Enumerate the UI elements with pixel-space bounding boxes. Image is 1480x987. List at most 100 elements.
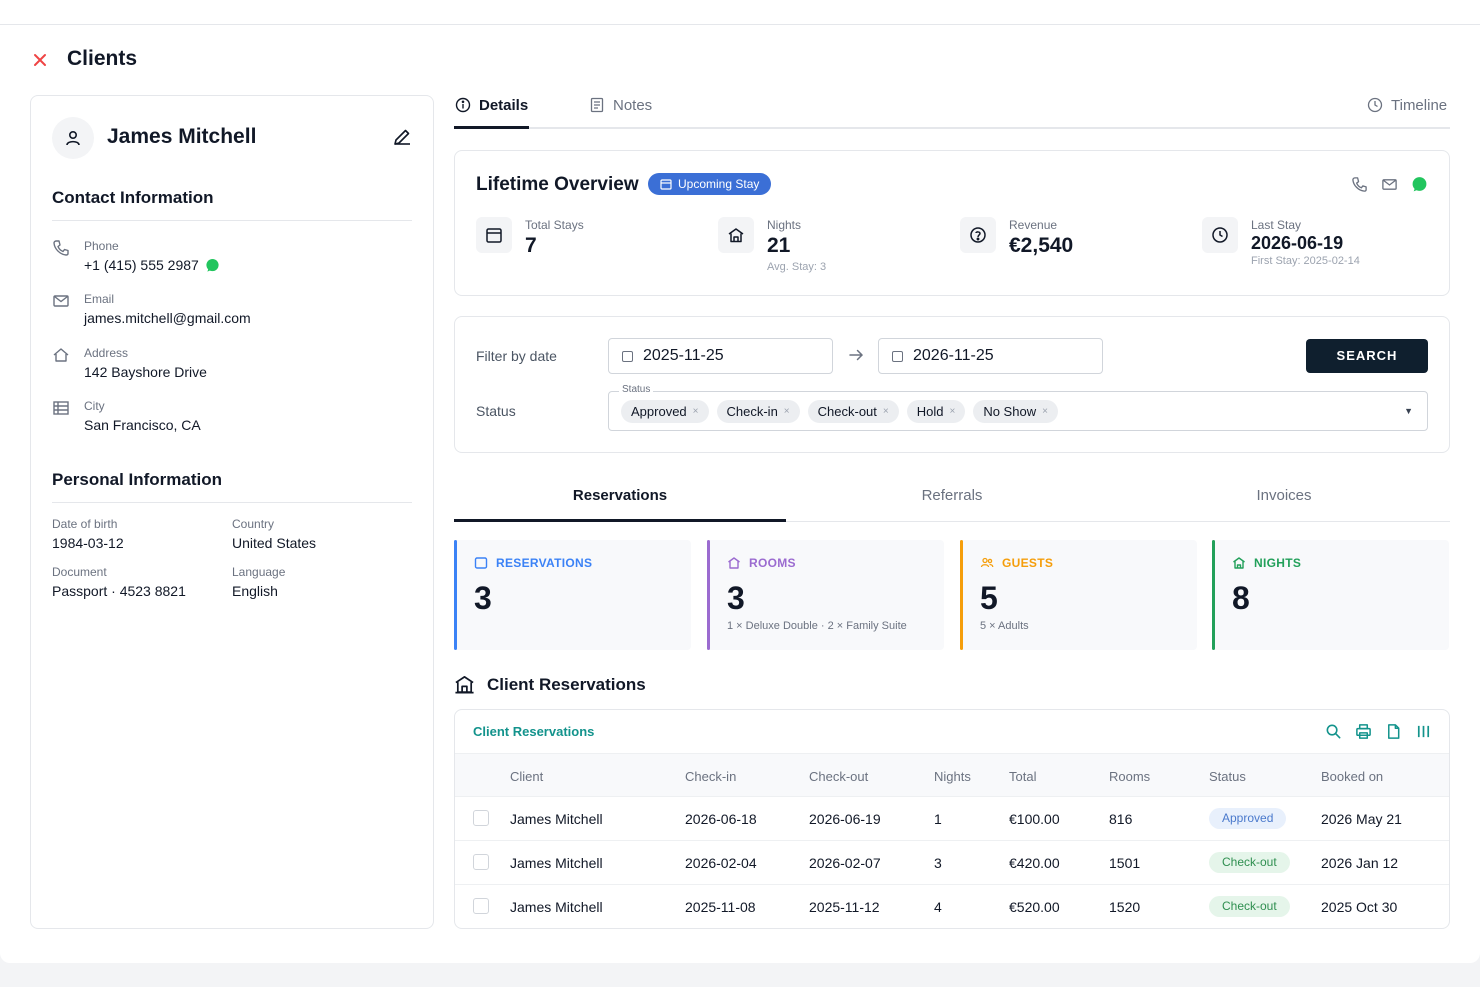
search-icon[interactable]: [1325, 723, 1342, 740]
accent-bar: [1212, 540, 1215, 650]
column-header[interactable]: Nights: [934, 769, 971, 784]
file-icon[interactable]: [1385, 723, 1402, 740]
tab-invoices[interactable]: Invoices: [1118, 487, 1450, 504]
language-value: English: [232, 583, 278, 599]
table-row[interactable]: James Mitchell 2026-02-04 2026-02-07 3 €…: [455, 841, 1449, 885]
tab-referrals[interactable]: Referrals: [786, 487, 1118, 504]
cell-checkin: 2026-02-04: [685, 855, 757, 871]
chip-remove-icon[interactable]: ×: [949, 400, 955, 423]
users-icon: [980, 557, 994, 568]
row-checkbox[interactable]: [473, 898, 489, 914]
top-divider: [0, 24, 1480, 25]
filter-card: Filter by date 2025-11-25 2026-11-25 SEA…: [454, 316, 1450, 453]
columns-icon[interactable]: [1415, 723, 1432, 740]
chip-label: Hold: [916, 404, 944, 419]
status-chip[interactable]: Approved ×: [621, 400, 709, 423]
cell-client: James Mitchell: [510, 811, 603, 827]
column-header[interactable]: Check-out: [809, 769, 868, 784]
lifetime-overview-card: Lifetime Overview Upcoming Stay Total St…: [454, 150, 1450, 296]
stat-last-stay: Last Stay 2026-06-19 First Stay: 2025-02…: [1202, 217, 1432, 277]
tab-details[interactable]: Details: [455, 95, 528, 115]
whatsapp-icon[interactable]: [205, 258, 220, 273]
edit-icon[interactable]: [392, 127, 412, 147]
row-checkbox[interactable]: [473, 854, 489, 870]
chip-label: Approved: [631, 404, 687, 419]
cell-nights: 3: [934, 855, 942, 871]
house-icon: [728, 228, 744, 243]
print-icon[interactable]: [1355, 723, 1372, 740]
row-checkbox[interactable]: [473, 810, 489, 826]
cell-checkout: 2026-02-07: [809, 855, 881, 871]
status-multiselect[interactable]: Status Approved × Check-in × Check-out × Ho…: [608, 384, 1428, 431]
address-value: 142 Bayshore Drive: [84, 364, 207, 380]
tab-reservations[interactable]: Reservations: [454, 487, 786, 504]
phone-value[interactable]: +1 (415) 555 2987: [84, 257, 199, 273]
chip-remove-icon[interactable]: ×: [883, 400, 889, 423]
summary-head: NIGHTS: [1232, 556, 1301, 570]
chevron-down-icon[interactable]: ▼: [1404, 406, 1413, 416]
stat-total-stays: Total Stays 7: [476, 217, 706, 277]
table-row[interactable]: James Mitchell 2025-11-08 2025-11-12 4 €…: [455, 885, 1449, 928]
column-header[interactable]: Check-in: [685, 769, 736, 784]
language-label: Language: [232, 565, 286, 579]
whatsapp-icon[interactable]: [1411, 176, 1428, 193]
status-chip[interactable]: No Show ×: [973, 400, 1058, 423]
cell-rooms: 816: [1109, 811, 1133, 827]
summary-nights-label: NIGHTS: [1254, 556, 1302, 570]
summary-reservations-label: RESERVATIONS: [496, 556, 593, 570]
chip-remove-icon[interactable]: ×: [784, 400, 790, 423]
last-stay-label: Last Stay: [1251, 218, 1302, 232]
tab-timeline-label: Timeline: [1391, 96, 1448, 114]
calendar-icon: [660, 179, 672, 190]
table-title: Client Reservations: [473, 724, 595, 739]
reservations-table-card: Client Reservations Client Check-in Chec…: [454, 709, 1450, 929]
calendar-icon: [892, 351, 903, 362]
email-row: Email james.mitchell@gmail.com: [52, 292, 412, 336]
house-icon: [1233, 557, 1245, 569]
cell-checkin: 2025-11-08: [685, 899, 756, 915]
client-profile-card: James Mitchell Contact Information Phone…: [30, 95, 434, 929]
email-value[interactable]: james.mitchell@gmail.com: [84, 310, 251, 326]
date-to-value: 2026-11-25: [913, 347, 994, 364]
status-chip[interactable]: Check-out ×: [807, 400, 899, 423]
date-from-input[interactable]: 2025-11-25: [608, 338, 833, 374]
chip-remove-icon[interactable]: ×: [693, 400, 699, 423]
tab-timeline[interactable]: Timeline: [1367, 95, 1447, 115]
document-value: Passport · 4523 8821: [52, 583, 186, 599]
tab-notes[interactable]: Notes: [589, 95, 652, 115]
tabs-active-indicator: [454, 126, 529, 129]
stat-box: [960, 217, 996, 253]
phone-icon: [53, 240, 69, 256]
cell-total: €100.00: [1009, 811, 1060, 827]
close-icon[interactable]: [31, 51, 49, 69]
status-chip[interactable]: Check-in ×: [716, 400, 800, 423]
search-button[interactable]: SEARCH: [1306, 339, 1428, 373]
avatar: [52, 117, 94, 159]
cell-booked: 2025 Oct 30: [1321, 899, 1398, 915]
cell-total: €520.00: [1009, 899, 1060, 915]
dob-label: Date of birth: [52, 517, 118, 531]
language-cell: Language English: [232, 565, 402, 599]
summary-rooms-sub: 1 × Deluxe Double · 2 × Family Suite: [727, 620, 907, 632]
column-header[interactable]: Status: [1209, 769, 1246, 784]
tabs-underline: [454, 127, 1450, 129]
chip-remove-icon[interactable]: ×: [1042, 400, 1048, 423]
country-cell: Country United States: [232, 517, 402, 551]
call-icon[interactable]: [1351, 176, 1368, 193]
column-header[interactable]: Booked on: [1321, 769, 1383, 784]
column-header[interactable]: Total: [1009, 769, 1036, 784]
chip-label: No Show: [983, 404, 1037, 419]
email-label: Email: [84, 292, 115, 306]
status-chip[interactable]: Hold ×: [906, 400, 966, 423]
table-row[interactable]: James Mitchell 2026-06-18 2026-06-19 1 €…: [455, 797, 1449, 841]
first-stay: First Stay: 2025-02-14: [1251, 255, 1360, 267]
date-to-input[interactable]: 2026-11-25: [878, 338, 1103, 374]
page-title: Clients: [67, 47, 138, 70]
column-header[interactable]: Client: [510, 769, 543, 784]
cell-nights: 1: [934, 811, 942, 827]
client-name: James Mitchell: [107, 125, 257, 148]
subtabs-active-indicator: [454, 519, 786, 522]
stat-revenue: Revenue €2,540: [960, 217, 1190, 277]
column-header[interactable]: Rooms: [1109, 769, 1150, 784]
email-icon[interactable]: [1381, 176, 1398, 193]
